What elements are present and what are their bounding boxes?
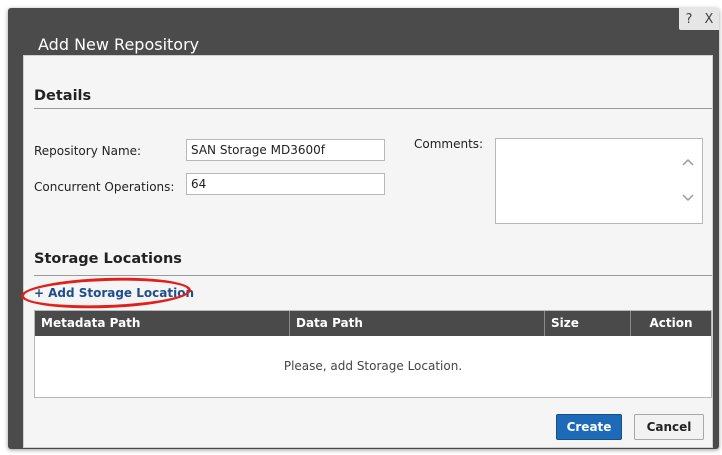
storage-locations-heading: Storage Locations: [34, 251, 182, 267]
chevron-up-icon[interactable]: [682, 157, 694, 169]
cancel-button[interactable]: Cancel: [634, 414, 704, 440]
add-repository-dialog: Add New Repository ? X Details Repositor…: [8, 8, 719, 449]
repository-name-label: Repository Name:: [34, 144, 142, 158]
help-icon[interactable]: ?: [679, 8, 699, 30]
annotation-highlight-ellipse: [20, 275, 192, 311]
empty-table-message: Please, add Storage Location.: [283, 359, 463, 373]
table-header: Metadata Path Data Path Size Action: [35, 311, 711, 336]
storage-divider: [34, 275, 712, 276]
column-header-action[interactable]: Action: [631, 311, 711, 336]
storage-locations-table: Metadata Path Data Path Size Action Plea…: [34, 310, 712, 398]
create-button[interactable]: Create: [556, 414, 622, 440]
concurrent-operations-label: Concurrent Operations:: [34, 180, 175, 194]
titlebar-buttons: ? X: [679, 8, 719, 30]
column-header-data-path[interactable]: Data Path: [290, 311, 545, 336]
column-header-metadata-path[interactable]: Metadata Path: [35, 311, 290, 336]
column-header-size[interactable]: Size: [545, 311, 631, 336]
details-heading: Details: [34, 88, 92, 104]
dialog-body: Details Repository Name: SAN Storage MD3…: [20, 55, 713, 448]
details-divider: [34, 108, 712, 109]
dialog-title: Add New Repository: [38, 35, 200, 54]
close-icon[interactable]: X: [699, 8, 719, 30]
concurrent-operations-input[interactable]: 64: [186, 173, 385, 195]
chevron-down-icon[interactable]: [682, 191, 694, 203]
repository-name-input[interactable]: SAN Storage MD3600f: [186, 139, 385, 161]
comments-textarea[interactable]: [495, 138, 703, 224]
comments-label: Comments:: [414, 137, 484, 151]
